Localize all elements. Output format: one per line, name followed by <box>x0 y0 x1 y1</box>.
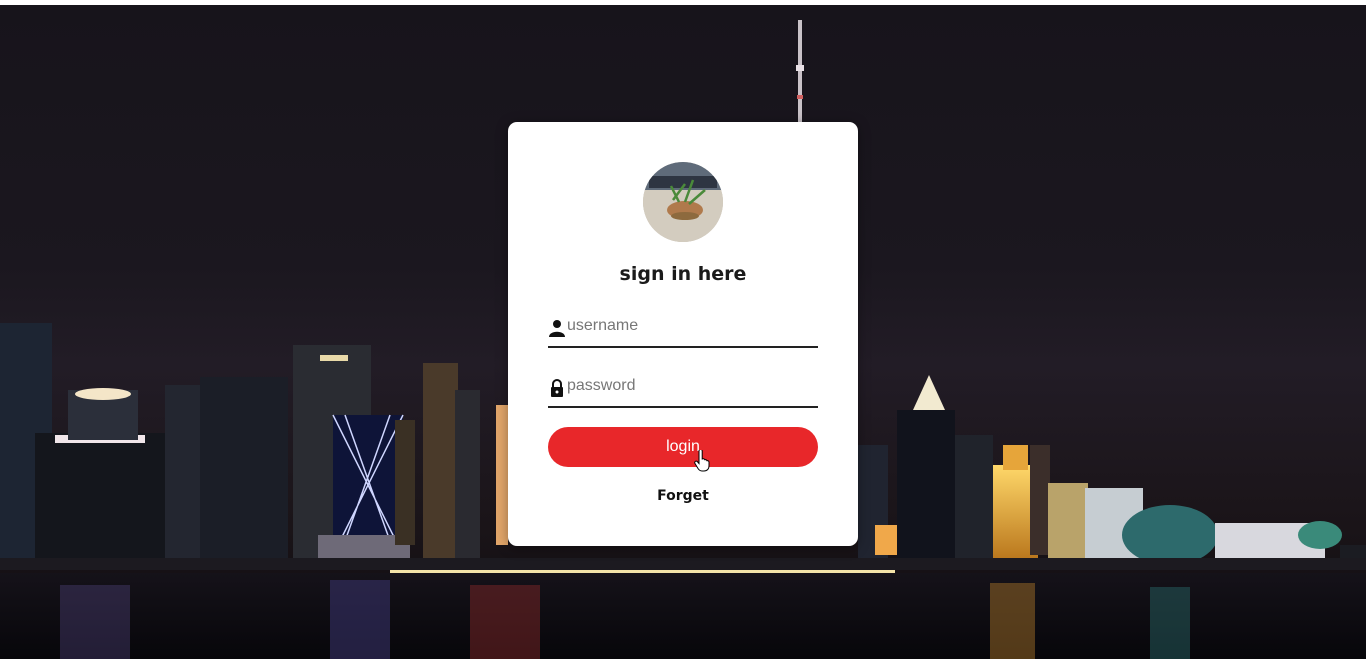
avatar <box>643 162 723 242</box>
user-icon <box>549 320 565 337</box>
username-field <box>548 312 818 348</box>
lock-icon <box>551 379 563 397</box>
page-title: sign in here <box>619 263 747 285</box>
login-card: sign in here login Forget <box>508 122 858 546</box>
password-input[interactable] <box>567 372 817 400</box>
login-button[interactable]: login <box>548 427 818 467</box>
username-input[interactable] <box>567 312 817 340</box>
forget-link[interactable]: Forget <box>508 488 858 504</box>
avatar-photo-icon <box>643 162 723 242</box>
password-field <box>548 372 818 408</box>
